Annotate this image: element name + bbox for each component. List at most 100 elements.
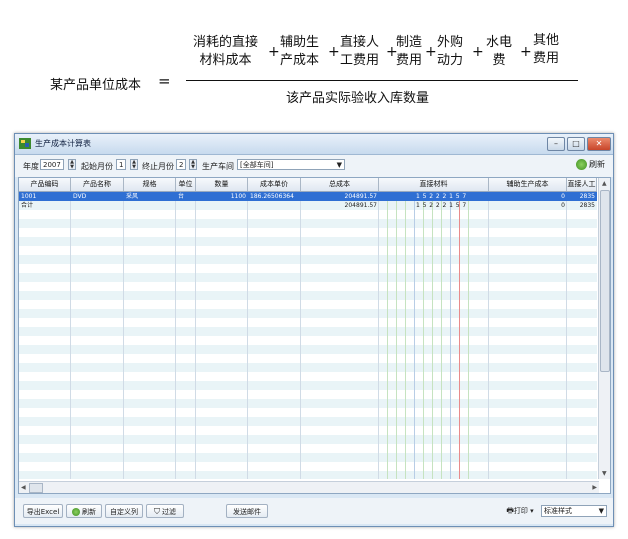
cell-spec: 采风 [126,193,139,200]
formula-term-aux-production: 辅助生 产成本 [280,34,319,70]
end-month-spinner[interactable]: ▲ ▼ [189,159,197,170]
column-divider [195,192,196,479]
column-divider [70,192,71,479]
cell-direct-material: 15222157 [416,193,469,200]
close-button[interactable]: ✕ [587,137,611,151]
term-line: 制造 [396,35,423,50]
cell-product-code: 1001 [21,193,37,200]
column-divider [566,192,567,479]
vertical-scroll-thumb[interactable] [600,190,610,372]
col-total-cost[interactable]: 总成本 [301,178,379,191]
start-month-spinner[interactable]: ▲ ▼ [130,159,138,170]
term-line: 水电 [486,35,513,50]
plus-sign: + [268,44,280,60]
refresh-button[interactable]: 刷新 [66,504,102,518]
plus-sign: + [328,44,340,60]
export-excel-button[interactable]: 导出Excel [23,504,63,518]
refresh-button-top[interactable]: 刷新 [576,159,605,170]
cell-total-cost: 204891.57 [344,193,377,200]
decimal-divider [459,192,460,479]
formula-term-other: 其他 费用 [533,32,559,68]
term-line: 动力 [437,53,464,68]
col-quantity[interactable]: 数量 [196,178,248,191]
plus-sign: + [472,44,484,60]
col-direct-labor[interactable]: 直接人工 [567,178,597,191]
filter-toolbar: 年度 2007 ▲ ▼ 起始月份 1 ▲ ▼ 终止月份 2 ▲ ▼ 生产车间 [全部车… [15,155,613,177]
plus-sign: + [425,44,437,60]
term-line: 工费用 [340,53,380,68]
cell-aux-production: 0 [561,202,565,209]
digit-divider [468,192,469,479]
window-title: 生产成本计算表 [35,139,91,148]
table-body: 1001 DVD 采风 台 1100 186.26506364 204891.5… [19,192,597,479]
digit-divider [432,192,433,479]
horizontal-scroll-thumb[interactable] [29,483,43,493]
cell-total-cost: 204891.57 [344,202,377,209]
scroll-down-icon[interactable]: ▼ [602,470,607,477]
digit-divider [414,192,415,479]
customize-columns-button[interactable]: 自定义列 [105,504,143,518]
window-titlebar[interactable]: 生产成本计算表 – □ ✕ [15,134,613,155]
year-label: 年度 [23,162,39,171]
filter-icon: ⛉ [154,507,160,516]
print-style-select[interactable]: 标准样式 ▼ [541,505,607,517]
vertical-scrollbar[interactable]: ▲ ▼ [598,178,610,479]
print-button[interactable]: 🖶打印 ▾ [500,504,540,518]
end-month-input[interactable]: 2 [176,159,186,170]
col-unit-cost[interactable]: 成本单价 [248,178,301,191]
table-row[interactable]: 1001 DVD 采风 台 1100 186.26506364 204891.5… [19,192,597,201]
col-spec[interactable]: 规格 [124,178,176,191]
term-line: 消耗的直接 [193,35,259,50]
printer-icon: 🖶 [506,506,514,515]
term-line: 材料成本 [199,53,252,68]
formula-equals: = [158,72,171,90]
print-button-label: 打印 [513,507,528,515]
bottom-toolbar: 导出Excel 刷新 自定义列 ⛉ 过滤 发送邮件 🖶打印 ▾ 标准样式 ▼ [15,498,613,524]
formula-term-purchased-power: 外购 动力 [437,34,463,70]
cell-unit-cost: 186.26506364 [250,193,294,200]
print-style-value: 标准样式 [544,507,572,515]
year-spinner[interactable]: ▲ ▼ [68,159,76,170]
digit-divider [423,192,424,479]
start-month-label: 起始月份 [81,162,113,171]
column-divider [247,192,248,479]
filter-button[interactable]: ⛉ 过滤 [146,504,184,518]
workshop-label: 生产车间 [202,162,234,171]
digit-divider [450,192,451,479]
workshop-select[interactable]: [全部车间] ▼ [237,159,345,170]
send-mail-button[interactable]: 发送邮件 [226,504,268,518]
col-product-code[interactable]: 产品编码 [19,178,71,191]
digit-divider [405,192,406,479]
col-unit[interactable]: 单位 [176,178,196,191]
chevron-down-icon: ▼ [336,161,342,169]
cell-product-name: DVD [73,193,87,200]
scroll-up-icon[interactable]: ▲ [602,180,607,187]
horizontal-scrollbar[interactable]: ◀ ▶ [19,481,599,493]
fraction-bar [186,80,578,81]
column-divider [488,192,489,479]
minimize-button[interactable]: – [547,137,565,151]
refresh-icon [576,159,587,170]
maximize-button[interactable]: □ [567,137,585,151]
table-row-total[interactable]: 合计 204891.57 15222157 0 2835 [19,201,597,210]
filter-button-label: 过滤 [162,508,176,516]
cell-direct-labor: 2835 [579,202,595,209]
column-divider [300,192,301,479]
digit-divider [441,192,442,479]
cost-table: 产品编码 产品名称 规格 单位 数量 成本单价 总成本 直接材料 辅助生产成本 … [18,177,611,494]
col-product-name[interactable]: 产品名称 [71,178,124,191]
term-line: 外购 [437,35,464,50]
start-month-input[interactable]: 1 [116,159,126,170]
scroll-right-icon[interactable]: ▶ [592,484,597,491]
scroll-left-icon[interactable]: ◀ [21,484,26,491]
refresh-icon [72,508,80,516]
cell-aux-production: 0 [561,193,565,200]
col-direct-material[interactable]: 直接材料 [379,178,489,191]
col-aux-production[interactable]: 辅助生产成本 [489,178,567,191]
formula-denominator: 该产品实际验收入库数量 [286,91,430,106]
cost-formula: 某产品单位成本 = 消耗的直接 材料成本 + 辅助生 产成本 + 直接人 工费用… [0,0,628,120]
year-input[interactable]: 2007 [40,159,64,170]
term-line: 费用 [396,53,423,68]
workshop-value: [全部车间] [240,161,274,169]
digit-divider [396,192,397,479]
